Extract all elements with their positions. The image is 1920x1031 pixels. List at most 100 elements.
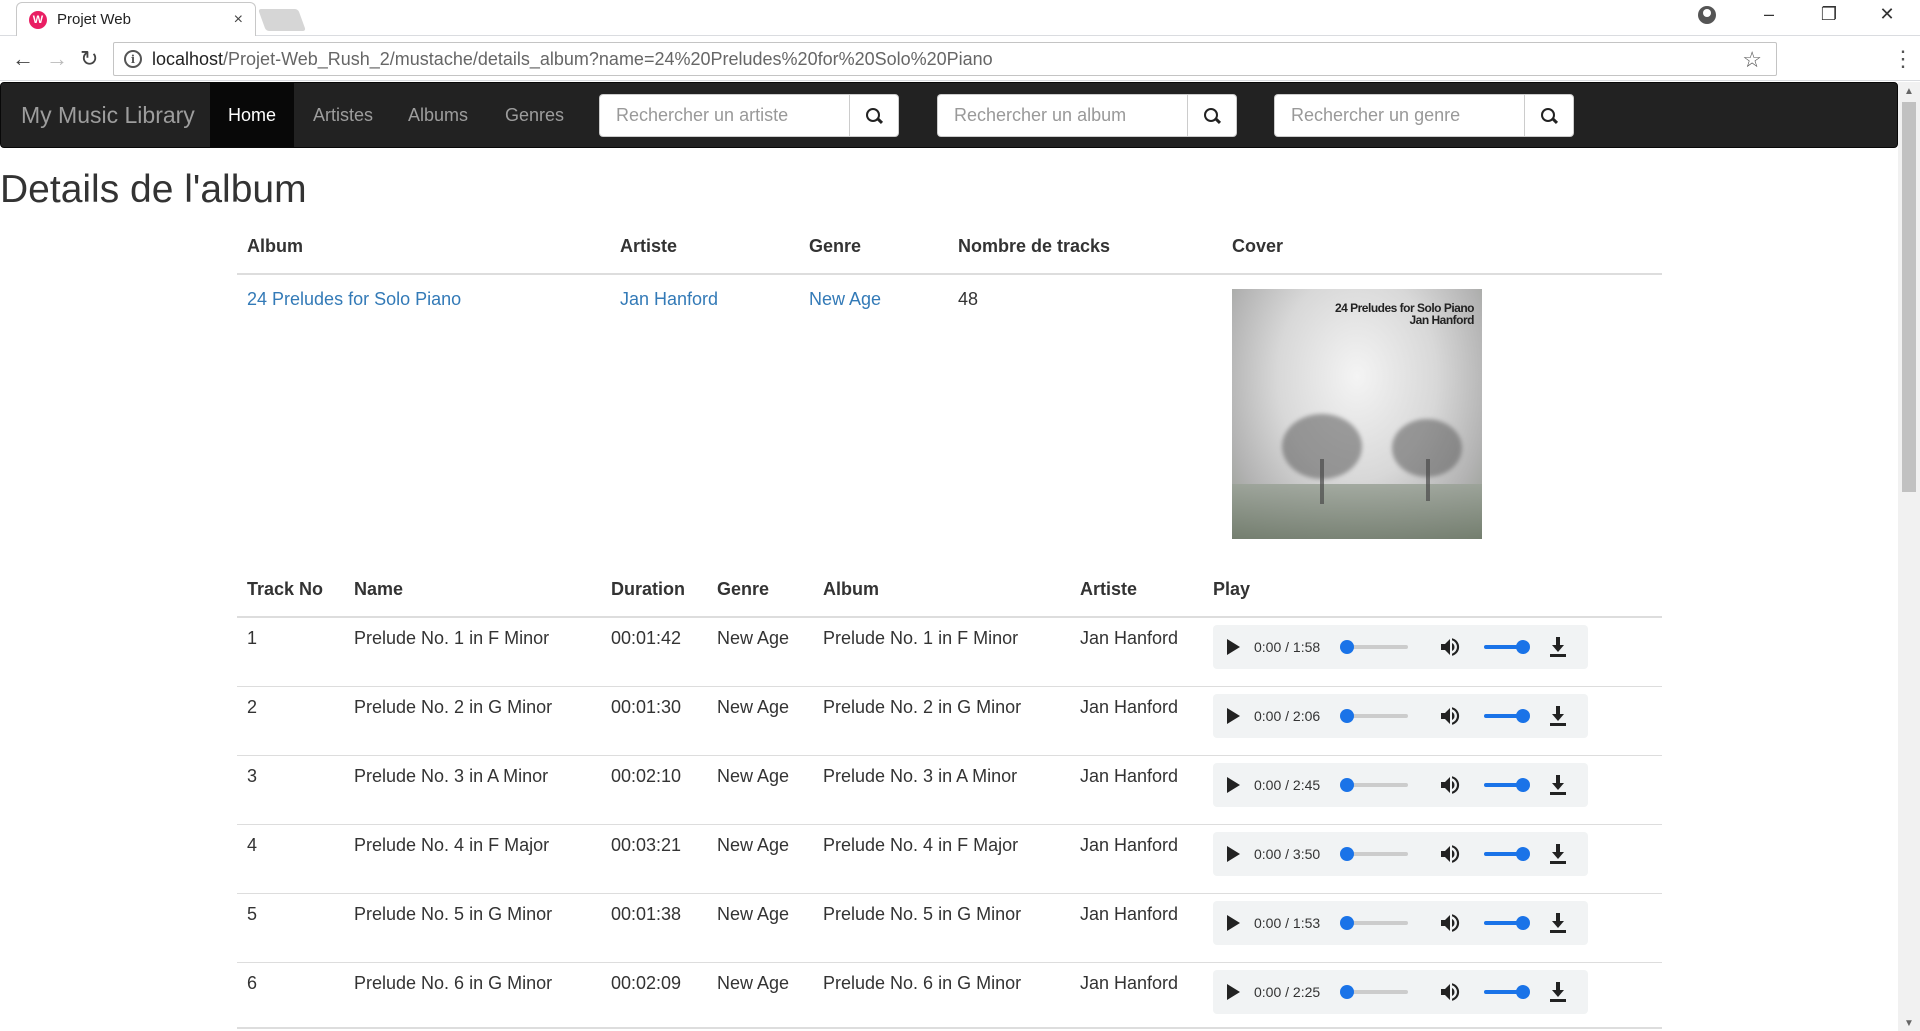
browser-tab[interactable]: W Projet Web × <box>16 2 256 36</box>
track-duration: 00:02:09 <box>601 961 707 1031</box>
volume-slider[interactable] <box>1484 708 1530 723</box>
download-icon[interactable] <box>1548 774 1568 796</box>
volume-knob[interactable] <box>1516 846 1530 861</box>
seek-knob[interactable] <box>1340 777 1354 792</box>
cover-artist: Jan Hanford <box>1409 313 1474 327</box>
volume-knob[interactable] <box>1516 915 1530 930</box>
album-link[interactable]: 24 Preludes for Solo Piano <box>247 289 461 309</box>
track-genre: New Age <box>707 616 813 686</box>
audio-time: 0:00 / 2:25 <box>1254 983 1321 1000</box>
track-duration: 00:01:42 <box>601 616 707 686</box>
album-search-button[interactable] <box>1187 94 1237 137</box>
volume-knob[interactable] <box>1516 984 1530 999</box>
table-row: 1 Prelude No. 1 in F Minor 00:01:42 New … <box>237 616 1662 686</box>
minimize-icon[interactable]: – <box>1746 4 1792 25</box>
new-tab-button[interactable] <box>257 9 307 31</box>
restore-icon[interactable]: ❐ <box>1806 4 1852 25</box>
artist-link[interactable]: Jan Hanford <box>620 289 718 309</box>
table-row: 6 Prelude No. 6 in G Minor 00:02:09 New … <box>237 961 1662 1031</box>
seek-knob[interactable] <box>1340 708 1354 723</box>
play-icon[interactable] <box>1227 639 1240 655</box>
download-icon[interactable] <box>1548 705 1568 727</box>
download-icon[interactable] <box>1548 912 1568 934</box>
audio-time: 0:00 / 3:50 <box>1254 845 1321 862</box>
nav-artistes[interactable]: Artistes <box>295 83 391 147</box>
play-icon[interactable] <box>1227 845 1240 862</box>
play-icon[interactable] <box>1227 776 1240 793</box>
genre-search-button[interactable] <box>1524 94 1574 137</box>
download-icon[interactable] <box>1548 843 1568 865</box>
genre-search <box>1274 94 1574 137</box>
track-genre: New Age <box>707 754 813 824</box>
reload-icon[interactable]: ↻ <box>80 46 98 72</box>
audio-time: 0:00 / 1:53 <box>1254 914 1321 931</box>
scroll-down-icon[interactable]: ▼ <box>1904 1018 1914 1029</box>
audio-player: 0:00 / 1:58 <box>1213 625 1588 669</box>
volume-knob[interactable] <box>1516 640 1530 654</box>
track-artist: Jan Hanford <box>1070 616 1203 686</box>
url-field[interactable]: i localhost /Projet-Web_Rush_2/mustache/… <box>113 42 1777 76</box>
volume-icon[interactable] <box>1438 980 1462 1004</box>
seek-knob[interactable] <box>1340 846 1354 861</box>
profile-icon[interactable] <box>1698 6 1716 24</box>
brand-link[interactable]: My Music Library <box>21 83 195 147</box>
nav-genres[interactable]: Genres <box>487 83 582 147</box>
volume-slider[interactable] <box>1484 915 1530 930</box>
info-icon[interactable]: i <box>124 50 142 68</box>
page-scrollbar[interactable]: ▲ ▼ <box>1898 82 1920 1031</box>
volume-icon[interactable] <box>1438 635 1462 659</box>
browser-menu-icon[interactable]: ⋮ <box>1892 46 1914 72</box>
volume-slider[interactable] <box>1484 984 1530 999</box>
audio-player: 0:00 / 1:53 <box>1213 900 1588 945</box>
volume-knob[interactable] <box>1516 777 1530 792</box>
artist-search-input[interactable] <box>599 94 849 137</box>
close-window-icon[interactable]: ✕ <box>1864 4 1910 25</box>
track-artist: Jan Hanford <box>1070 892 1203 962</box>
tab-close-icon[interactable]: × <box>234 11 243 29</box>
download-icon[interactable] <box>1548 981 1568 1003</box>
play-icon[interactable] <box>1227 914 1240 931</box>
seek-slider[interactable] <box>1340 640 1408 654</box>
star-icon[interactable]: ☆ <box>1742 47 1762 73</box>
volume-icon[interactable] <box>1438 773 1462 797</box>
forward-icon[interactable]: → <box>46 46 68 72</box>
play-icon[interactable] <box>1227 983 1240 1000</box>
volume-slider[interactable] <box>1484 777 1530 792</box>
scroll-thumb[interactable] <box>1902 102 1916 492</box>
seek-knob[interactable] <box>1340 915 1354 930</box>
header-artiste: Artiste <box>1070 563 1203 618</box>
table-row: 5 Prelude No. 5 in G Minor 00:01:38 New … <box>237 892 1662 962</box>
play-icon[interactable] <box>1227 707 1240 724</box>
genre-link[interactable]: New Age <box>809 289 881 309</box>
track-duration: 00:01:38 <box>601 892 707 962</box>
volume-icon[interactable] <box>1438 842 1462 866</box>
seek-slider[interactable] <box>1340 846 1408 861</box>
seek-knob[interactable] <box>1340 640 1354 654</box>
artist-search-button[interactable] <box>849 94 899 137</box>
seek-slider[interactable] <box>1340 708 1408 723</box>
nav-home[interactable]: Home <box>210 83 295 147</box>
volume-slider[interactable] <box>1484 846 1530 861</box>
track-name: Prelude No. 5 in G Minor <box>344 892 601 962</box>
volume-icon[interactable] <box>1438 704 1462 728</box>
search-icon <box>866 107 882 124</box>
volume-icon[interactable] <box>1438 911 1462 935</box>
track-album: Prelude No. 5 in G Minor <box>813 892 1070 962</box>
download-icon[interactable] <box>1548 636 1568 658</box>
tracks-header-row: Track No Name Duration Genre Album Artis… <box>237 563 1662 618</box>
album-search-input[interactable] <box>937 94 1187 137</box>
seek-slider[interactable] <box>1340 984 1408 999</box>
track-name: Prelude No. 6 in G Minor <box>344 961 601 1031</box>
volume-slider[interactable] <box>1484 640 1530 654</box>
track-album: Prelude No. 4 in F Major <box>813 823 1070 893</box>
seek-slider[interactable] <box>1340 915 1408 930</box>
nav-albums[interactable]: Albums <box>390 83 486 147</box>
back-icon[interactable]: ← <box>12 46 34 72</box>
seek-knob[interactable] <box>1340 984 1354 999</box>
volume-knob[interactable] <box>1516 708 1530 723</box>
seek-slider[interactable] <box>1340 777 1408 792</box>
browser-tabstrip: W Projet Web × – ❐ ✕ <box>0 0 1920 36</box>
scroll-up-icon[interactable]: ▲ <box>1904 86 1914 97</box>
audio-player: 0:00 / 2:06 <box>1213 693 1588 738</box>
genre-search-input[interactable] <box>1274 94 1524 137</box>
